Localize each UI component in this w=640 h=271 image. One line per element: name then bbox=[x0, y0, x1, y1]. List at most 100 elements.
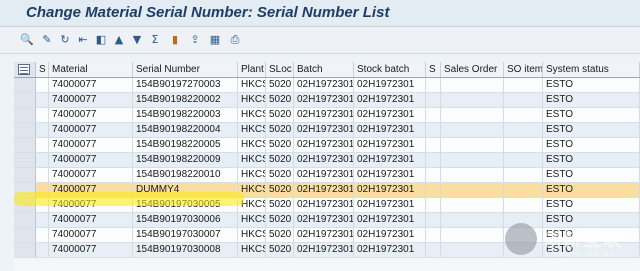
table-cell: 02H1972301 bbox=[294, 108, 354, 122]
table-cell bbox=[426, 243, 441, 257]
table-cell: 5020 bbox=[266, 78, 294, 92]
table-cell: 02H1972301 bbox=[354, 198, 426, 212]
table-cell: 154B90198220010 bbox=[133, 168, 238, 182]
table-cell bbox=[426, 183, 441, 197]
watermark-logo: 创新互联 CHUANG XIN HU LIAN bbox=[505, 218, 635, 268]
column-header[interactable]: S bbox=[36, 62, 49, 77]
row-selector[interactable] bbox=[14, 138, 36, 152]
table-cell: ESTO bbox=[543, 108, 640, 122]
table-cell: HKCS bbox=[238, 228, 266, 242]
row-selector[interactable] bbox=[14, 123, 36, 137]
column-header[interactable]: Serial Number bbox=[133, 62, 238, 77]
table-cell bbox=[426, 138, 441, 152]
column-header[interactable]: Stock batch bbox=[354, 62, 426, 77]
column-header[interactable]: S bbox=[426, 62, 441, 77]
table-cell bbox=[36, 123, 49, 137]
table-cell: 74000077 bbox=[49, 138, 133, 152]
table-row[interactable]: 74000077154B90198220003HKCS502002H197230… bbox=[14, 108, 640, 123]
table-cell: HKCS bbox=[238, 213, 266, 227]
row-selector[interactable] bbox=[14, 93, 36, 107]
layout-button[interactable] bbox=[14, 62, 36, 77]
row-selector[interactable] bbox=[14, 243, 36, 257]
row-selector[interactable] bbox=[14, 168, 36, 182]
table-row[interactable]: 74000077154B90198220005HKCS502002H197230… bbox=[14, 138, 640, 153]
table-cell bbox=[36, 93, 49, 107]
table-cell: 74000077 bbox=[49, 228, 133, 242]
table-cell: 74000077 bbox=[49, 78, 133, 92]
table-cell: HKCS bbox=[238, 138, 266, 152]
filter-icon[interactable]: ▼ bbox=[130, 32, 144, 46]
table-cell bbox=[426, 213, 441, 227]
sum-icon[interactable]: Σ bbox=[148, 32, 162, 46]
column-header[interactable]: SLoc bbox=[266, 62, 294, 77]
table-cell: 02H1972301 bbox=[354, 78, 426, 92]
table-cell bbox=[441, 153, 504, 167]
graphic-icon[interactable]: ▮ bbox=[168, 32, 182, 46]
row-selector[interactable] bbox=[14, 108, 36, 122]
table-cell: ESTO bbox=[543, 183, 640, 197]
column-header[interactable]: Material bbox=[49, 62, 133, 77]
table-cell: 02H1972301 bbox=[354, 153, 426, 167]
table-cell: 5020 bbox=[266, 168, 294, 182]
table-cell: HKCS bbox=[238, 243, 266, 257]
table-cell: 154B90197030007 bbox=[133, 228, 238, 242]
table-cell: 02H1972301 bbox=[354, 183, 426, 197]
row-selector[interactable] bbox=[14, 78, 36, 92]
title-bar: Change Material Serial Number: Serial Nu… bbox=[0, 0, 640, 27]
table-cell bbox=[504, 123, 543, 137]
table-cell: 74000077 bbox=[49, 123, 133, 137]
first-icon[interactable]: ⇤ bbox=[76, 32, 90, 46]
table-cell: 02H1972301 bbox=[294, 213, 354, 227]
table-cell: ESTO bbox=[543, 78, 640, 92]
table-cell bbox=[441, 243, 504, 257]
table-cell bbox=[36, 78, 49, 92]
table-row[interactable]: 74000077154B90198220009HKCS502002H197230… bbox=[14, 153, 640, 168]
table-cell: 02H1972301 bbox=[354, 243, 426, 257]
table-row[interactable]: 74000077154B90198220002HKCS502002H197230… bbox=[14, 93, 640, 108]
table-row[interactable]: 74000077154B90197270003HKCS502002H197230… bbox=[14, 78, 640, 93]
table-cell: 5020 bbox=[266, 138, 294, 152]
table-cell: HKCS bbox=[238, 78, 266, 92]
row-selector[interactable] bbox=[14, 213, 36, 227]
sort-ascending-icon[interactable]: ▲ bbox=[112, 32, 126, 46]
grid-header: S Material Serial Number Plant SLoc Batch Stoc… bbox=[14, 62, 640, 78]
watermark-subtext: CHUANG XIN HU LIAN bbox=[545, 250, 616, 266]
table-cell: 154B90197030006 bbox=[133, 213, 238, 227]
row-selector[interactable] bbox=[14, 228, 36, 242]
table-cell bbox=[426, 168, 441, 182]
details-icon[interactable]: 🔍 bbox=[20, 32, 34, 46]
table-cell: 02H1972301 bbox=[294, 168, 354, 182]
table-cell: 02H1972301 bbox=[294, 93, 354, 107]
column-header[interactable]: Sales Order bbox=[441, 62, 504, 77]
table-cell bbox=[36, 228, 49, 242]
table-cell: HKCS bbox=[238, 93, 266, 107]
table-cell bbox=[441, 168, 504, 182]
table-cell bbox=[441, 228, 504, 242]
column-header[interactable]: SO item bbox=[504, 62, 543, 77]
page-title: Change Material Serial Number: Serial Nu… bbox=[26, 4, 390, 21]
table-cell bbox=[504, 183, 543, 197]
table-cell: 5020 bbox=[266, 93, 294, 107]
layout-icon[interactable]: ▦ bbox=[208, 32, 222, 46]
refresh-icon[interactable]: ↻ bbox=[58, 32, 72, 46]
table-row[interactable]: 74000077154B90198220004HKCS502002H197230… bbox=[14, 123, 640, 138]
print-icon[interactable]: ⎙ bbox=[228, 32, 242, 46]
table-cell bbox=[441, 183, 504, 197]
table-cell bbox=[441, 78, 504, 92]
column-header[interactable]: System status bbox=[543, 62, 640, 77]
table-cell: ESTO bbox=[543, 138, 640, 152]
table-cell: 5020 bbox=[266, 228, 294, 242]
table-cell: 02H1972301 bbox=[354, 228, 426, 242]
export-icon[interactable]: ⇪ bbox=[188, 32, 202, 46]
column-header[interactable]: Batch bbox=[294, 62, 354, 77]
table-row[interactable]: 74000077154B90198220010HKCS502002H197230… bbox=[14, 168, 640, 183]
select-icon[interactable]: ✎ bbox=[40, 32, 54, 46]
table-cell bbox=[426, 198, 441, 212]
table-cell bbox=[441, 198, 504, 212]
row-selector[interactable] bbox=[14, 153, 36, 167]
column-header[interactable]: Plant bbox=[238, 62, 266, 77]
table-cell bbox=[441, 138, 504, 152]
application-toolbar: 🔍 ✎ ↻ ⇤ ◧ ▲ ▼ Σ ▮ ⇪ ▦ ⎙ bbox=[0, 27, 640, 54]
previous-icon[interactable]: ◧ bbox=[94, 32, 108, 46]
table-cell bbox=[36, 213, 49, 227]
